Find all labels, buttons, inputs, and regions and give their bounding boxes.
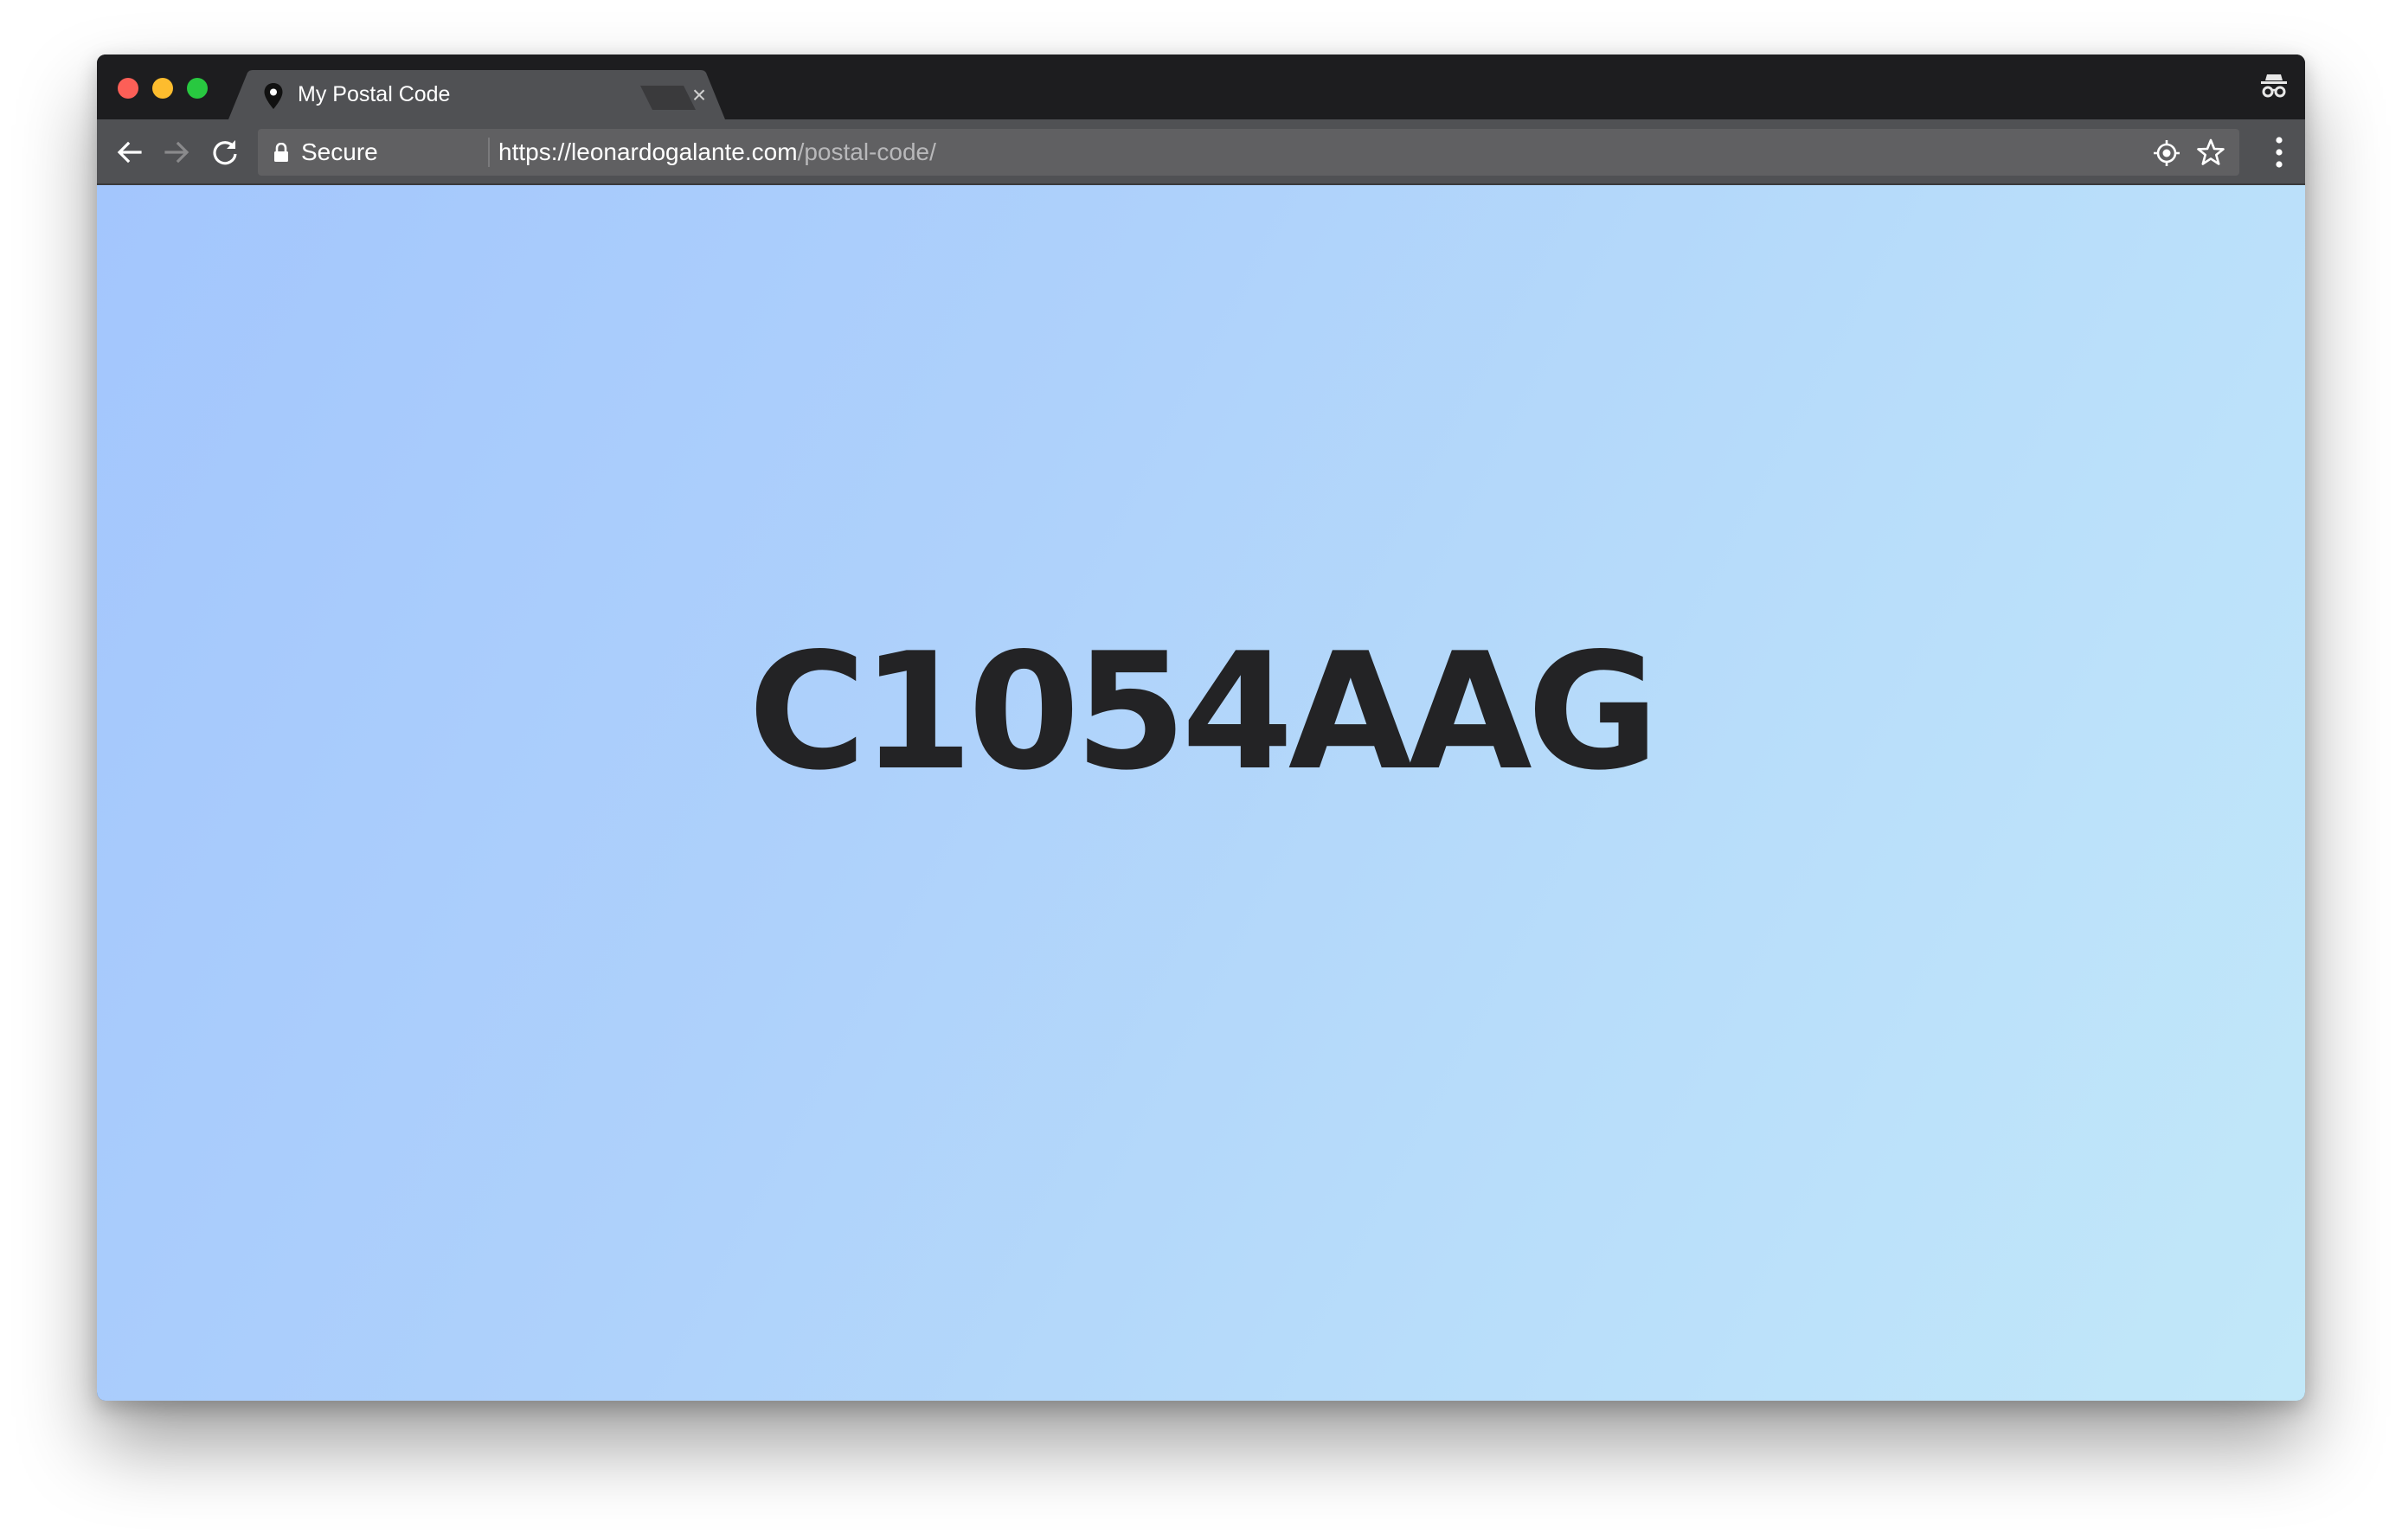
url-path: /postal-code/ <box>797 138 936 165</box>
page-content: C1054AAG <box>97 185 2305 1401</box>
map-pin-icon <box>264 83 283 109</box>
window-close-button[interactable] <box>118 78 138 99</box>
address-bar-divider <box>488 138 490 167</box>
kebab-menu-icon[interactable] <box>2274 135 2284 170</box>
address-bar[interactable]: Secure https://leonardogalante.com/posta… <box>258 129 2239 176</box>
incognito-icon <box>2261 74 2287 98</box>
tab-title: My Postal Code <box>298 82 451 106</box>
title-bar: My Postal Code × <box>97 55 2305 119</box>
url-text[interactable]: https://leonardogalante.com/postal-code/ <box>498 138 936 166</box>
star-icon[interactable] <box>2196 138 2225 167</box>
lock-icon <box>274 143 288 162</box>
new-tab-button[interactable] <box>633 82 703 113</box>
postal-code-display: C1054AAG <box>748 618 1660 805</box>
browser-toolbar: Secure https://leonardogalante.com/posta… <box>97 119 2305 185</box>
security-label[interactable]: Secure <box>301 138 378 166</box>
location-target-icon[interactable] <box>2153 139 2180 167</box>
window-minimize-button[interactable] <box>152 78 173 99</box>
reload-icon[interactable] <box>208 135 242 170</box>
browser-window: My Postal Code × Secure https://leonardo… <box>97 55 2305 1401</box>
arrow-right-icon[interactable] <box>159 135 194 170</box>
url-host: https://leonardogalante.com <box>498 138 798 165</box>
arrow-left-icon[interactable] <box>112 135 147 170</box>
window-maximize-button[interactable] <box>187 78 208 99</box>
